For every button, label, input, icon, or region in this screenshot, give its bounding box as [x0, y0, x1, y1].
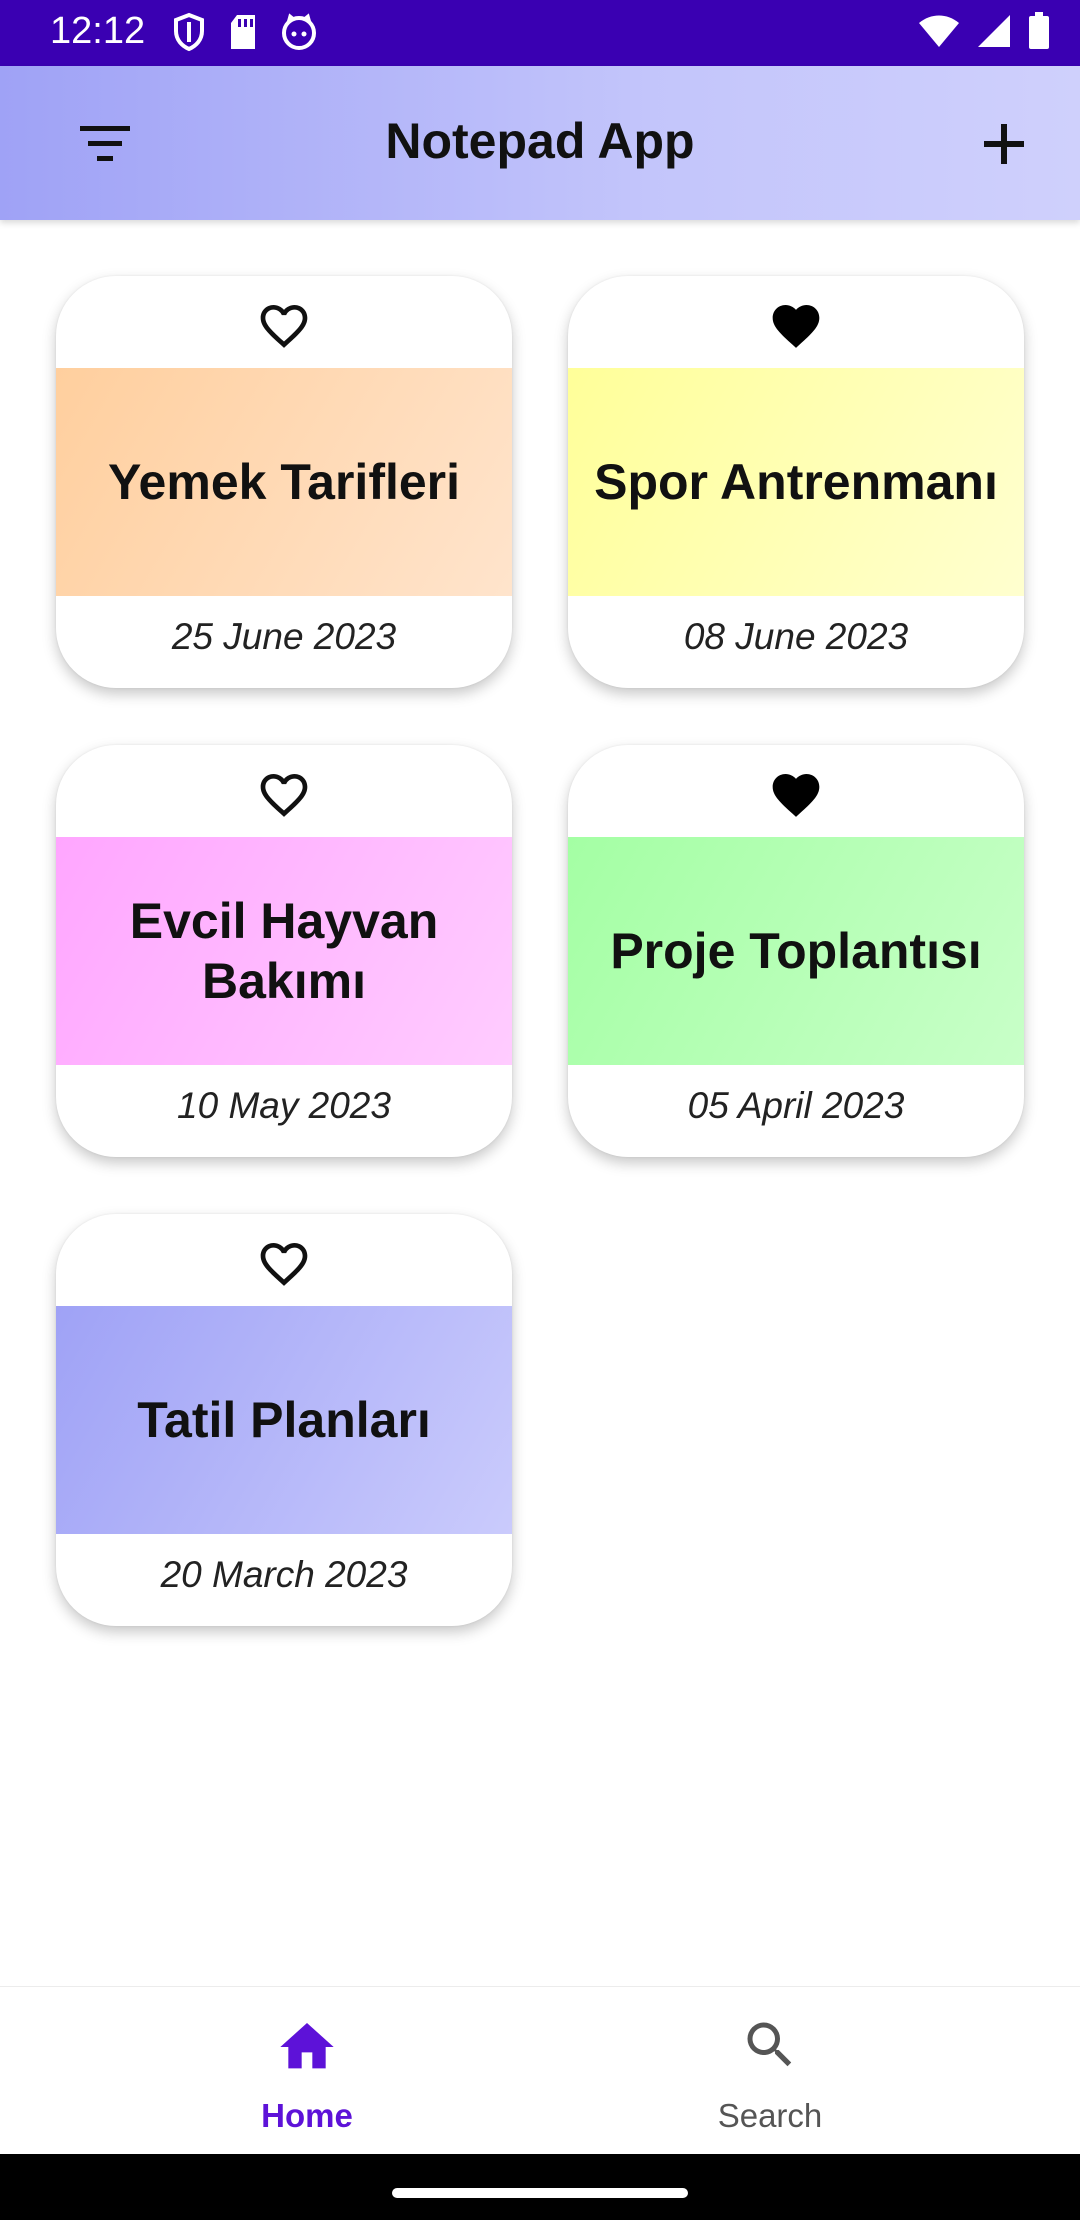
note-date: 20 March 2023 — [160, 1554, 408, 1595]
plus-icon — [964, 124, 1044, 184]
note-card[interactable]: Evcil Hayvan Bakımı 10 May 2023 — [56, 745, 512, 1157]
note-card[interactable]: Tatil Planları 20 March 2023 — [56, 1214, 512, 1626]
bottom-nav: Home Search — [0, 1986, 1080, 2155]
shield-icon — [172, 12, 206, 56]
nav-home-label: Home — [261, 2097, 353, 2134]
heart-outline-icon — [254, 1236, 314, 1296]
note-title: Yemek Tarifleri — [107, 454, 461, 510]
page-title: Notepad App — [385, 113, 695, 169]
wifi-icon — [918, 13, 960, 53]
favorite-button[interactable] — [568, 298, 1024, 358]
note-title: Proje Toplantısı — [610, 923, 982, 979]
note-card[interactable]: Yemek Tarifleri 25 June 2023 — [56, 276, 512, 688]
status-icons-right — [918, 12, 1050, 54]
note-date: 08 June 2023 — [683, 616, 909, 657]
nav-home[interactable]: Home — [37, 1987, 577, 2155]
favorite-button[interactable] — [56, 767, 512, 827]
gesture-bar — [0, 2154, 1080, 2220]
gesture-handle[interactable] — [392, 2188, 688, 2198]
note-title: Spor Antrenmanı — [594, 454, 998, 510]
note-color-block: Yemek Tarifleri — [56, 368, 512, 596]
heart-filled-icon — [766, 298, 826, 358]
note-color-block: Proje Toplantısı — [568, 837, 1024, 1065]
nav-search-label: Search — [717, 2097, 823, 2134]
note-title: Evcil Hayvan Bakımı — [129, 893, 439, 1009]
note-color-block: Spor Antrenmanı — [568, 368, 1024, 596]
favorite-button[interactable] — [568, 767, 1024, 827]
favorite-button[interactable] — [56, 1236, 512, 1296]
status-time: 12:12 — [50, 10, 146, 52]
note-color-block: Tatil Planları — [56, 1306, 512, 1534]
cat-icon — [280, 13, 318, 55]
note-title: Tatil Planları — [137, 1392, 431, 1448]
favorite-button[interactable] — [56, 298, 512, 358]
heart-outline-icon — [254, 767, 314, 827]
status-bar: 12:12 — [0, 0, 1080, 66]
note-date: 05 April 2023 — [687, 1085, 905, 1126]
sd-card-icon — [228, 13, 258, 55]
heart-outline-icon — [254, 298, 314, 358]
note-color-block: Evcil Hayvan Bakımı — [56, 837, 512, 1065]
note-card[interactable]: Proje Toplantısı 05 April 2023 — [568, 745, 1024, 1157]
search-icon — [740, 2015, 800, 2079]
status-icons-left — [172, 12, 318, 56]
battery-icon — [1028, 12, 1050, 54]
home-icon — [275, 2015, 339, 2083]
nav-search[interactable]: Search — [500, 1987, 1040, 2155]
signal-icon — [976, 13, 1012, 53]
note-date: 10 May 2023 — [177, 1085, 391, 1126]
note-date: 25 June 2023 — [171, 616, 397, 657]
add-note-button[interactable] — [964, 108, 1044, 180]
app-bar: Notepad App — [0, 66, 1080, 220]
note-card[interactable]: Spor Antrenmanı 08 June 2023 — [568, 276, 1024, 688]
heart-filled-icon — [766, 767, 826, 827]
